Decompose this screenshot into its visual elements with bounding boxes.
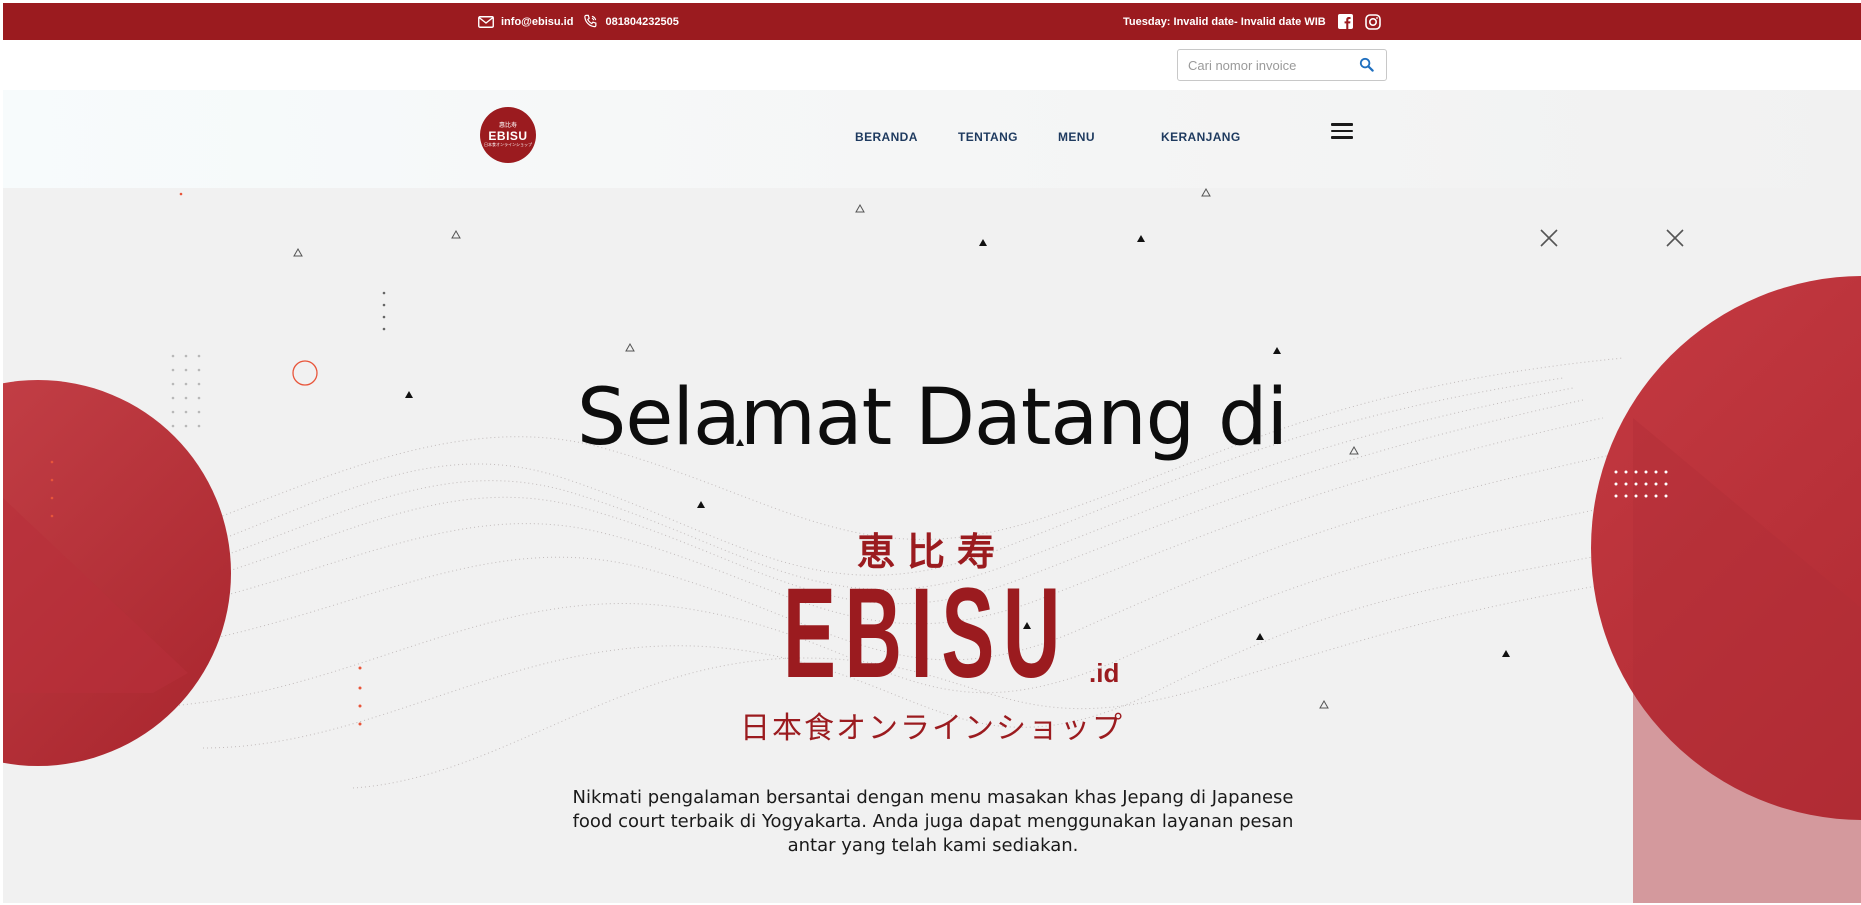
x-marks bbox=[1540, 229, 1684, 247]
instagram-icon[interactable] bbox=[1364, 13, 1381, 30]
main-navbar: 惠比寿 EBISU 日本食オンラインショップ BERANDA TENTANG M… bbox=[3, 90, 1861, 188]
brand-subtitle: 日本食オンラインショップ bbox=[740, 711, 1124, 746]
topbar-right: Tuesday: Invalid date- Invalid date WIB bbox=[1123, 3, 1381, 40]
page-frame: info@ebisu.id 081804232505 Tuesday: Inva… bbox=[3, 3, 1861, 903]
nav-item-tentang[interactable]: TENTANG bbox=[958, 130, 1018, 144]
invoice-search bbox=[1177, 49, 1387, 81]
hero-description: Nikmati pengalaman bersantai dengan menu… bbox=[572, 787, 1294, 856]
email-contact[interactable]: info@ebisu.id bbox=[478, 16, 573, 28]
search-row bbox=[3, 40, 1861, 90]
datetime-text: Tuesday: Invalid date- Invalid date WIB bbox=[1123, 15, 1326, 28]
phone-text[interactable]: 081804232505 bbox=[605, 16, 678, 28]
facebook-icon[interactable] bbox=[1337, 14, 1353, 29]
site-logo[interactable]: 惠比寿 EBISU 日本食オンラインショップ bbox=[480, 107, 536, 163]
email-text[interactable]: info@ebisu.id bbox=[501, 16, 573, 28]
brand-name: EBISU bbox=[783, 562, 1069, 705]
mail-icon bbox=[478, 15, 494, 28]
right-red-shape bbox=[1591, 276, 1861, 903]
logo-name: EBISU bbox=[488, 128, 528, 143]
hero-title: Selamat Datang di bbox=[576, 373, 1288, 463]
logo-subtitle: 日本食オンラインショップ bbox=[484, 141, 532, 147]
contact-info: info@ebisu.id 081804232505 bbox=[478, 3, 679, 40]
brand-tld: .id bbox=[1089, 658, 1120, 688]
nav-item-beranda[interactable]: BERANDA bbox=[855, 130, 918, 144]
phone-icon bbox=[583, 14, 598, 29]
top-contact-bar: info@ebisu.id 081804232505 Tuesday: Inva… bbox=[3, 3, 1861, 40]
phone-contact[interactable]: 081804232505 bbox=[583, 14, 679, 29]
hero-section: Selamat Datang di 恵比寿 EBISU .id 日本食オンライン… bbox=[3, 188, 1861, 903]
nav-item-keranjang[interactable]: KERANJANG bbox=[1161, 130, 1241, 144]
invoice-search-input[interactable] bbox=[1188, 51, 1353, 79]
hamburger-icon[interactable] bbox=[1331, 123, 1353, 143]
search-icon[interactable] bbox=[1359, 57, 1374, 77]
nav-item-menu[interactable]: MENU bbox=[1058, 130, 1095, 144]
